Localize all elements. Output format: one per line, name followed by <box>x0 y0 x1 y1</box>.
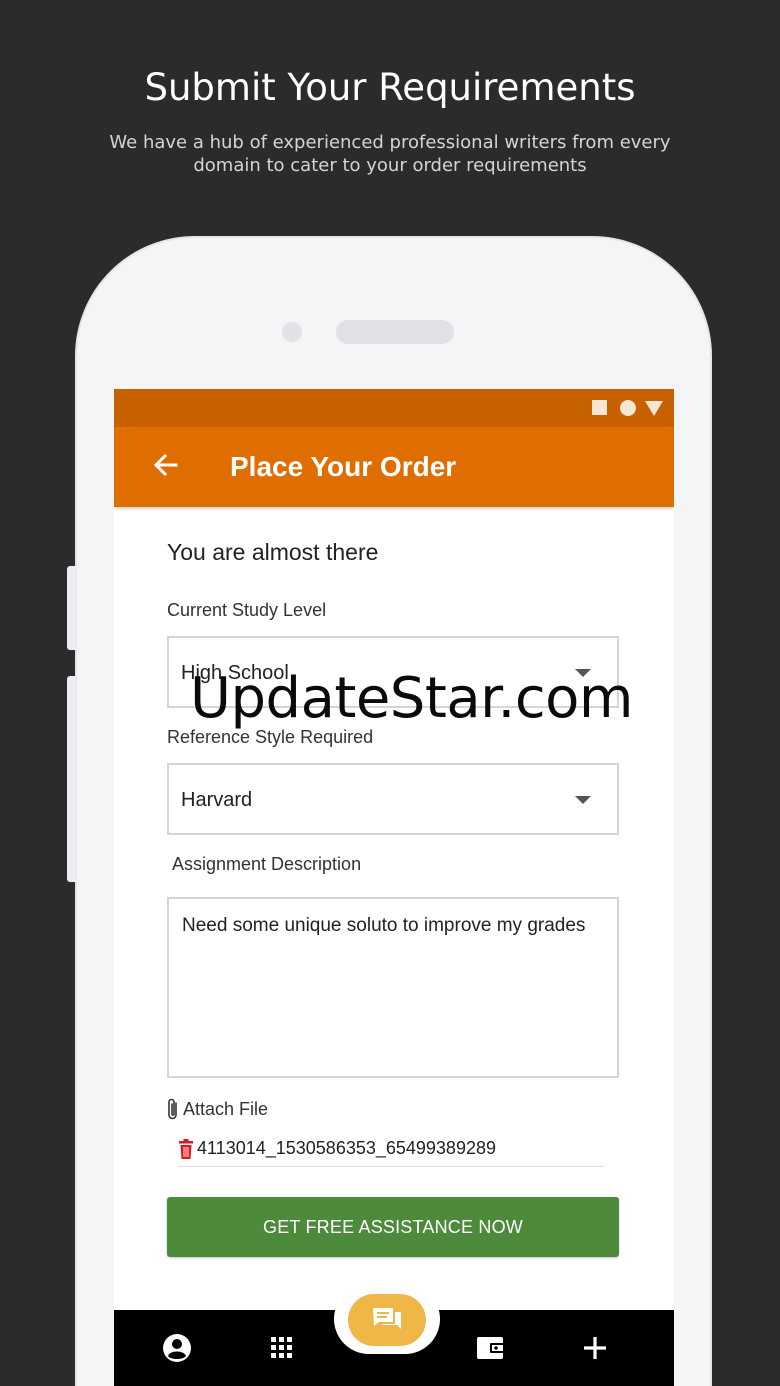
circle-icon <box>620 400 636 416</box>
watermark-text: UpdateStar.com <box>190 666 633 731</box>
form-heading: You are almost there <box>167 539 379 565</box>
phone-camera <box>282 322 302 342</box>
promo-subtitle: We have a hub of experienced professiona… <box>109 132 671 176</box>
chat-button[interactable] <box>348 1294 426 1346</box>
attached-file-row: 4113014_1530586353_65499389289 <box>178 1131 604 1167</box>
attached-file-name: 4113014_1530586353_65499389289 <box>197 1138 496 1158</box>
description-textarea[interactable]: Need some unique soluto to improve my gr… <box>167 897 619 1078</box>
status-bar <box>114 389 674 427</box>
square-icon <box>592 400 607 415</box>
promo-title: Submit Your Requirements <box>144 66 636 109</box>
app-screen: Place Your Order You are almost there Cu… <box>114 389 674 1386</box>
description-label: Assignment Description <box>172 854 362 874</box>
attach-file-label: Attach File <box>183 1098 269 1119</box>
trash-icon[interactable] <box>178 1138 194 1160</box>
grid-icon[interactable] <box>266 1332 298 1364</box>
phone-volume-button <box>67 566 76 650</box>
paperclip-icon <box>168 1098 177 1120</box>
phone-power-button <box>67 676 76 882</box>
arrow-left-icon[interactable] <box>150 449 182 481</box>
triangle-icon <box>645 401 663 416</box>
chat-icon <box>373 1308 401 1329</box>
plus-icon[interactable] <box>579 1332 611 1364</box>
reference-style-value: Harvard <box>181 789 253 811</box>
phone-speaker <box>336 320 454 344</box>
study-level-label: Current Study Level <box>167 600 327 620</box>
profile-icon[interactable] <box>161 1332 193 1364</box>
attach-file-button[interactable]: Attach File <box>166 1095 268 1123</box>
reference-style-select[interactable]: Harvard <box>167 763 619 835</box>
dropdown-caret-icon <box>575 796 591 804</box>
page-title: Place Your Order <box>230 451 457 482</box>
wallet-icon[interactable] <box>475 1332 507 1364</box>
app-bar: Place Your Order <box>114 427 674 507</box>
get-free-assistance-button[interactable]: GET FREE ASSISTANCE NOW <box>167 1197 619 1257</box>
